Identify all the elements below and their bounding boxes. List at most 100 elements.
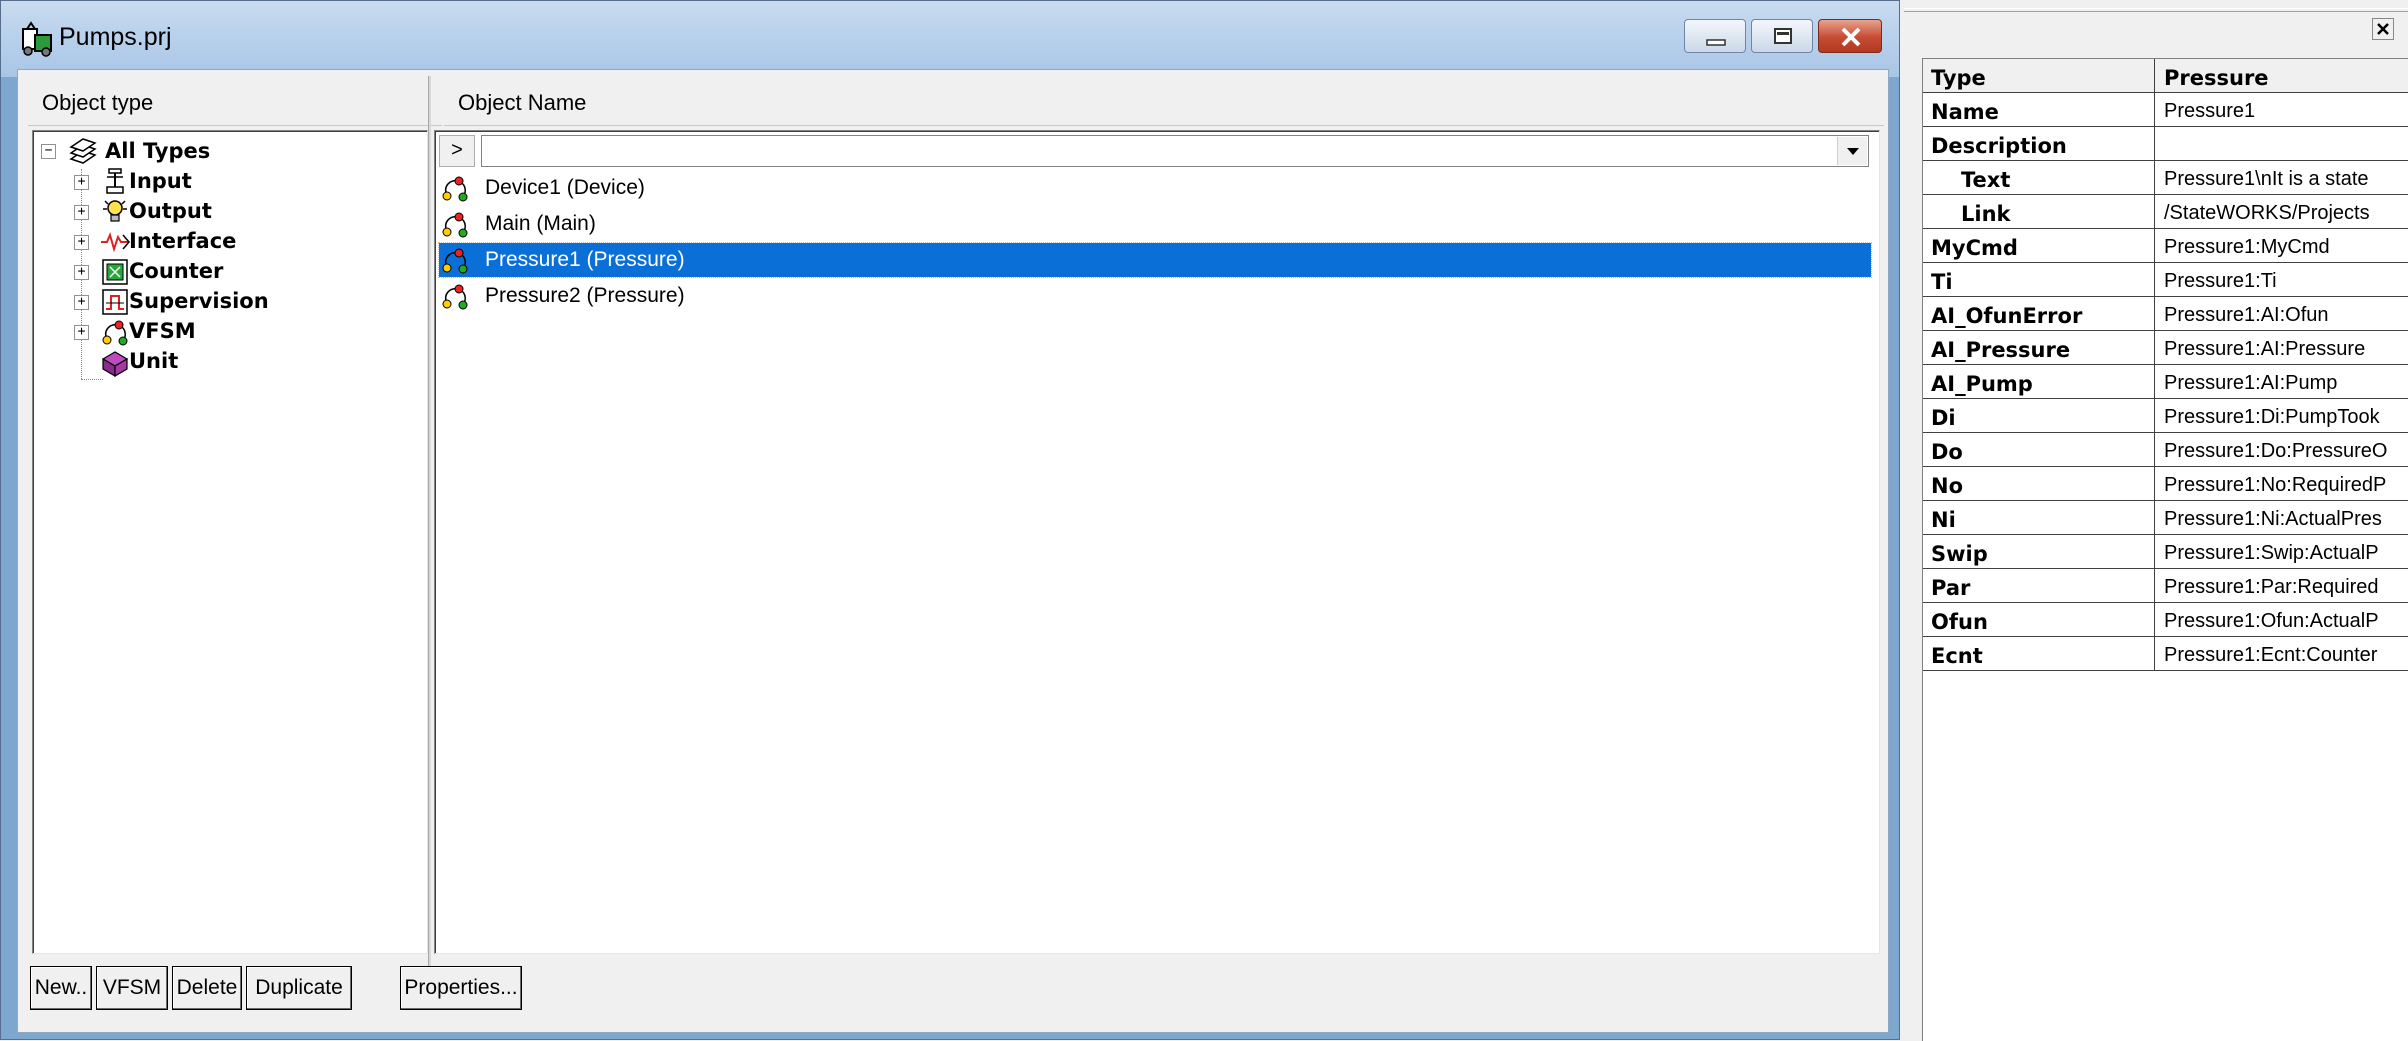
expand-icon[interactable]: + bbox=[74, 205, 89, 220]
property-row[interactable]: MyCmd Pressure1:MyCmd bbox=[1923, 229, 2408, 263]
property-row[interactable]: Par Pressure1:Par:Required bbox=[1923, 569, 2408, 603]
property-value[interactable]: Pressure1:AI:Ofun bbox=[2156, 297, 2408, 330]
property-key: MyCmd bbox=[1923, 229, 2155, 262]
restore-icon bbox=[1774, 28, 1792, 44]
property-grid[interactable]: Type Pressure Name Pressure1 Description Te… bbox=[1922, 58, 2408, 1041]
dropdown-arrow-icon[interactable] bbox=[1837, 137, 1867, 165]
property-row[interactable]: No Pressure1:No:RequiredP bbox=[1923, 467, 2408, 501]
vfsm-button[interactable]: VFSM bbox=[96, 966, 168, 1010]
property-row[interactable]: Name Pressure1 bbox=[1923, 93, 2408, 127]
tree-label: VFSM bbox=[129, 319, 196, 343]
close-icon bbox=[1841, 27, 1861, 47]
property-value[interactable]: Pressure1:Swip:ActualP bbox=[2156, 535, 2408, 568]
collapse-icon[interactable]: − bbox=[41, 144, 56, 159]
property-row[interactable]: Text Pressure1\nIt is a state bbox=[1923, 161, 2408, 195]
property-value[interactable]: Pressure1:AI:Pump bbox=[2156, 365, 2408, 398]
object-list[interactable]: > Device1 (Device) Main (Main) Pressure1… bbox=[434, 130, 1880, 954]
vfsm-icon bbox=[439, 173, 471, 203]
property-value[interactable]: Pressure1:Do:PressureO bbox=[2156, 433, 2408, 466]
property-value[interactable]: Pressure1:Ti bbox=[2156, 263, 2408, 296]
tree-item-interface[interactable]: + Interface bbox=[33, 227, 423, 257]
property-key: Par bbox=[1923, 569, 2155, 602]
tree-label: Input bbox=[129, 169, 192, 193]
property-row[interactable]: AI_Pressure Pressure1:AI:Pressure bbox=[1923, 331, 2408, 365]
property-row[interactable]: Ecnt Pressure1:Ecnt:Counter bbox=[1923, 637, 2408, 671]
supervision-icon bbox=[99, 287, 131, 317]
tree-label: All Types bbox=[105, 139, 211, 163]
property-row[interactable]: Ti Pressure1:Ti bbox=[1923, 263, 2408, 297]
property-key: Text bbox=[1923, 161, 2155, 194]
client-area: Object type Object Name − All Types + In… bbox=[17, 69, 1889, 1033]
list-item-label: Main (Main) bbox=[485, 212, 596, 235]
property-value[interactable]: /StateWORKS/Projects bbox=[2156, 195, 2408, 228]
property-row[interactable]: AI_Pump Pressure1:AI:Pump bbox=[1923, 365, 2408, 399]
property-value[interactable]: Pressure1:AI:Pressure bbox=[2156, 331, 2408, 364]
list-item[interactable]: Pressure2 (Pressure) bbox=[439, 279, 1871, 313]
project-window: Pumps.prj Object type Object Name − All … bbox=[0, 0, 1900, 1040]
close-button[interactable] bbox=[1818, 19, 1882, 53]
property-key: Di bbox=[1923, 399, 2155, 432]
expand-icon[interactable]: + bbox=[74, 325, 89, 340]
tree-item-unit[interactable]: Unit bbox=[33, 347, 423, 378]
close-icon[interactable] bbox=[2372, 18, 2394, 40]
property-key: Type bbox=[1923, 59, 2155, 92]
property-row[interactable]: Swip Pressure1:Swip:ActualP bbox=[1923, 535, 2408, 569]
property-value[interactable]: Pressure1:MyCmd bbox=[2156, 229, 2408, 262]
tree-item-supervision[interactable]: + Supervision bbox=[33, 287, 423, 317]
property-row[interactable]: Do Pressure1:Do:PressureO bbox=[1923, 433, 2408, 467]
properties-button[interactable]: Properties... bbox=[400, 966, 522, 1010]
property-value[interactable]: Pressure1:Ecnt:Counter bbox=[2156, 637, 2408, 670]
duplicate-button[interactable]: Duplicate bbox=[246, 966, 352, 1010]
property-value[interactable]: Pressure1\nIt is a state bbox=[2156, 161, 2408, 194]
property-value[interactable]: Pressure1:Ofun:ActualP bbox=[2156, 603, 2408, 636]
property-value[interactable]: Pressure1:Par:Required bbox=[2156, 569, 2408, 602]
property-row[interactable]: Ofun Pressure1:Ofun:ActualP bbox=[1923, 603, 2408, 637]
property-value[interactable]: Pressure1 bbox=[2156, 93, 2408, 126]
apply-filter-button[interactable]: > bbox=[439, 135, 475, 167]
vfsm-icon bbox=[99, 317, 131, 347]
object-type-tree[interactable]: − All Types + Input + Output + Interface… bbox=[32, 130, 428, 954]
list-item-selected[interactable]: Pressure1 (Pressure) bbox=[438, 242, 1872, 278]
property-key: Swip bbox=[1923, 535, 2155, 568]
property-row[interactable]: Di Pressure1:Di:PumpTook bbox=[1923, 399, 2408, 433]
property-key: AI_Pump bbox=[1923, 365, 2155, 398]
property-value[interactable]: Pressure1:Ni:ActualPres bbox=[2156, 501, 2408, 534]
tree-item-all-types[interactable]: − All Types bbox=[33, 137, 423, 167]
vfsm-icon bbox=[439, 209, 471, 239]
property-value[interactable]: Pressure1:No:RequiredP bbox=[2156, 467, 2408, 500]
expand-icon[interactable]: + bbox=[74, 265, 89, 280]
expand-icon[interactable]: + bbox=[74, 175, 89, 190]
new-button[interactable]: New.. bbox=[30, 966, 92, 1010]
tree-item-input[interactable]: + Input bbox=[33, 167, 423, 197]
interface-icon bbox=[99, 227, 131, 257]
tree-item-output[interactable]: + Output bbox=[33, 197, 423, 227]
property-value: Pressure bbox=[2164, 66, 2269, 90]
property-key: Ni bbox=[1923, 501, 2155, 534]
delete-button[interactable]: Delete bbox=[172, 966, 242, 1010]
pane-splitter[interactable] bbox=[428, 76, 431, 966]
input-icon bbox=[99, 167, 131, 197]
object-name-header: Object Name bbox=[444, 70, 1884, 126]
maximize-button[interactable] bbox=[1751, 19, 1813, 53]
property-value[interactable] bbox=[2156, 127, 2408, 160]
property-row[interactable]: Description bbox=[1923, 127, 2408, 161]
title-bar[interactable]: Pumps.prj bbox=[1, 1, 1899, 77]
output-bulb-icon bbox=[99, 197, 131, 227]
property-value[interactable]: Pressure1:Di:PumpTook bbox=[2156, 399, 2408, 432]
vfsm-icon bbox=[439, 281, 471, 311]
tree-item-vfsm[interactable]: + VFSM bbox=[33, 317, 423, 347]
property-row[interactable]: Ni Pressure1:Ni:ActualPres bbox=[1923, 501, 2408, 535]
tree-connector bbox=[81, 379, 103, 380]
property-header-row: Type Pressure bbox=[1923, 59, 2408, 93]
project-icon bbox=[19, 21, 59, 57]
list-item[interactable]: Device1 (Device) bbox=[439, 171, 1871, 205]
expand-icon[interactable]: + bbox=[74, 295, 89, 310]
vfsm-icon bbox=[439, 245, 471, 275]
list-item[interactable]: Main (Main) bbox=[439, 207, 1871, 241]
expand-icon[interactable]: + bbox=[74, 235, 89, 250]
minimize-button[interactable] bbox=[1684, 19, 1746, 53]
property-row[interactable]: Link/StateWORKS/Projects bbox=[1923, 195, 2408, 229]
object-filter-combo[interactable] bbox=[481, 135, 1869, 167]
property-row[interactable]: AI_OfunError Pressure1:AI:Ofun bbox=[1923, 297, 2408, 331]
tree-item-counter[interactable]: + Counter bbox=[33, 257, 423, 287]
